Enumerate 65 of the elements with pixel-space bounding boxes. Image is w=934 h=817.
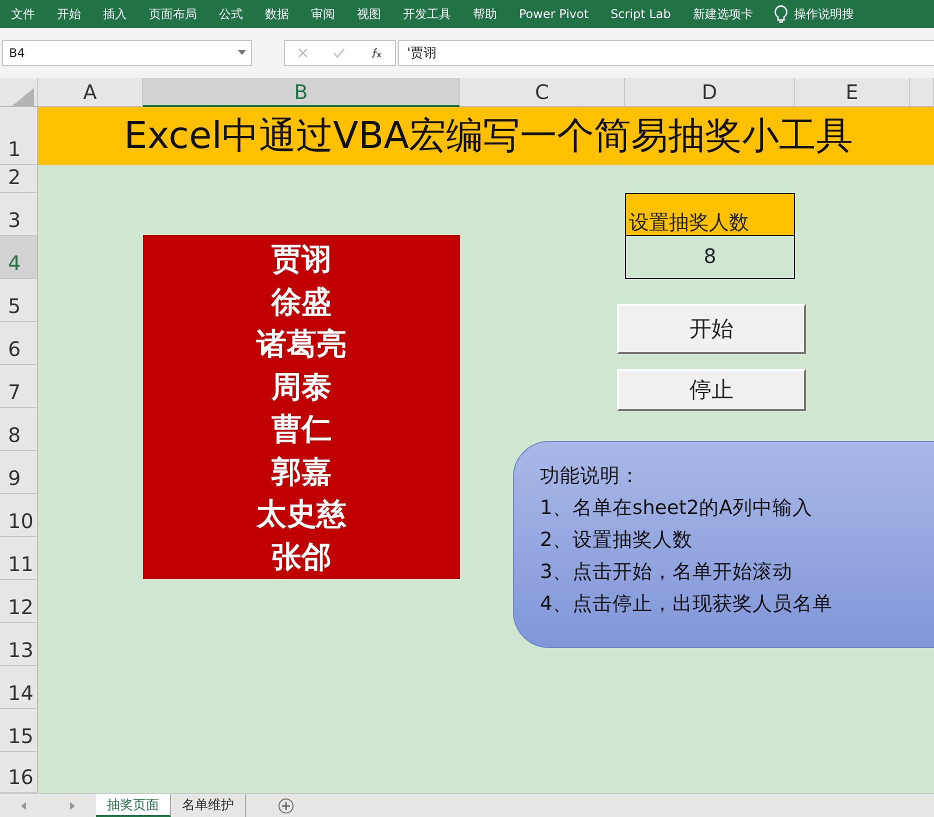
enter-icon[interactable] [332, 48, 345, 58]
ribbon-tab[interactable]: 审阅 [300, 0, 346, 28]
lottery-button[interactable]: 开始 [617, 304, 806, 354]
winner-name: 周泰 [270, 368, 332, 406]
ribbon-tab[interactable]: Script Lab [600, 0, 682, 28]
setting-value[interactable]: 8 [625, 236, 795, 279]
row-header[interactable]: 16 [0, 752, 38, 793]
row-header[interactable]: 15 [0, 709, 38, 752]
ribbon-tab[interactable]: 新建选项卡 [682, 0, 764, 28]
tell-me-search[interactable]: 操作说明搜 [794, 0, 865, 28]
row-header[interactable]: 11 [0, 537, 38, 580]
column-header[interactable]: A [38, 78, 143, 107]
row-header[interactable]: 3 [0, 193, 38, 236]
insert-function-icon[interactable] [370, 47, 382, 59]
cancel-icon[interactable] [298, 48, 308, 58]
select-all-corner[interactable] [0, 78, 38, 107]
winner-name: 太史慈 [255, 496, 348, 534]
instruction-line: 3、点击开始，名单开始滚动 [540, 559, 794, 585]
row-header[interactable]: 7 [0, 365, 38, 408]
column-header[interactable]: E [795, 78, 910, 107]
ribbon-tab[interactable]: 公式 [208, 0, 254, 28]
setting-label: 设置抽奖人数 [625, 193, 795, 236]
ribbon-tab[interactable]: 视图 [346, 0, 392, 28]
instruction-line: 4、点击停止，出现获奖人员名单 [540, 591, 834, 617]
lottery-button[interactable]: 停止 [617, 369, 806, 411]
column-header[interactable]: C [460, 78, 625, 107]
scroll-left-icon[interactable] [21, 802, 27, 810]
ribbon-tab[interactable]: 开发工具 [392, 0, 462, 28]
winner-name: 曹仁 [270, 411, 332, 449]
column-header[interactable]: B [143, 78, 460, 107]
dropdown-caret-icon[interactable] [238, 50, 246, 55]
row-header[interactable]: 2 [0, 165, 38, 193]
instruction-line: 功能说明： [540, 463, 641, 489]
row-header[interactable]: 1 [0, 107, 38, 165]
ribbon-tab[interactable]: Power Pivot [508, 0, 600, 28]
winner-name: 诸葛亮 [255, 326, 348, 364]
row-header[interactable]: 4 [0, 236, 38, 279]
scroll-right-icon[interactable] [69, 802, 75, 810]
row-header[interactable]: 14 [0, 666, 38, 709]
name-box[interactable]: B4 [2, 40, 252, 66]
sheet-title: Excel中通过VBA宏编写一个简易抽奖小工具 [38, 107, 934, 165]
ribbon-tab[interactable]: 插入 [92, 0, 138, 28]
ribbon-tab[interactable]: 开始 [46, 0, 92, 28]
row-header[interactable]: 10 [0, 494, 38, 537]
column-header[interactable]: D [625, 78, 795, 107]
ribbon-tab[interactable]: 文件 [0, 0, 46, 28]
sheet-tab[interactable]: 抽奖页面 [96, 794, 171, 817]
instruction-line: 1、名单在sheet2的A列中输入 [540, 495, 814, 521]
row-header[interactable]: 5 [0, 279, 38, 322]
formula-input[interactable]: '贾诩 [398, 40, 934, 66]
ribbon-tab[interactable]: 页面布局 [138, 0, 208, 28]
row-header[interactable]: 9 [0, 451, 38, 494]
column-header[interactable] [910, 78, 934, 107]
instruction-line: 2、设置抽奖人数 [540, 527, 694, 553]
row-header[interactable]: 6 [0, 322, 38, 365]
winner-name: 郭嘉 [270, 454, 332, 492]
ribbon-tab[interactable]: 帮助 [462, 0, 508, 28]
winner-name: 贾诩 [270, 241, 332, 279]
select-all-triangle-icon[interactable] [12, 88, 34, 106]
row-header[interactable]: 8 [0, 408, 38, 451]
winner-name: 徐盛 [270, 284, 332, 322]
row-header[interactable]: 13 [0, 623, 38, 666]
winner-name: 张郃 [270, 538, 332, 576]
ribbon-tab[interactable]: 数据 [254, 0, 300, 28]
row-header[interactable]: 12 [0, 580, 38, 623]
